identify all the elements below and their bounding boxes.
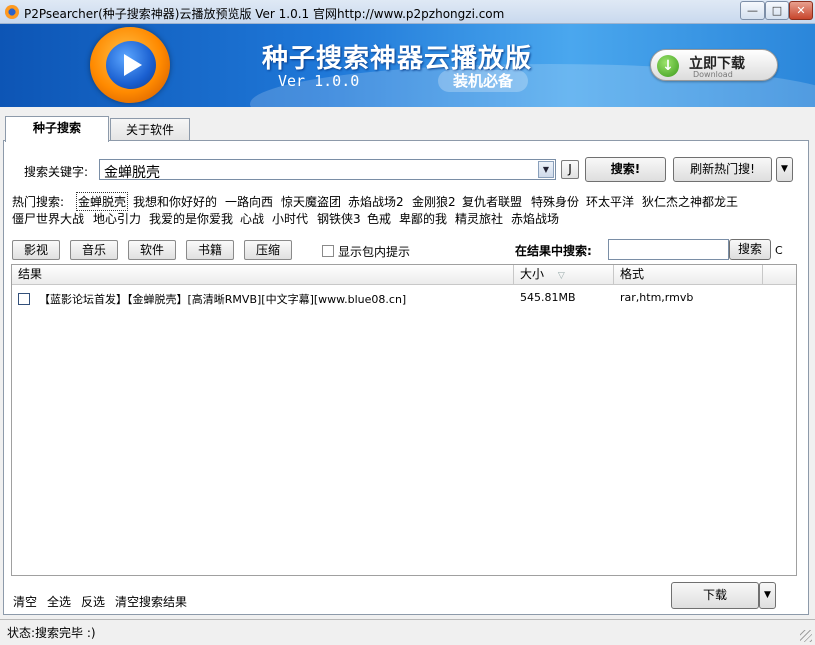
column-header-format[interactable]: 格式 (614, 265, 763, 285)
hot-word[interactable]: 金刚狼2 (412, 193, 456, 210)
tab-seed-search[interactable]: 种子搜索 (5, 116, 109, 142)
hot-word[interactable]: 赤焰战场 (511, 210, 559, 227)
search-button[interactable]: 搜索! (585, 157, 666, 182)
status-text: 状态:搜索完毕 :) (7, 626, 96, 640)
show-hint-label: 显示包内提示 (338, 245, 411, 259)
play-icon (124, 54, 142, 76)
search-in-results-button[interactable]: 搜索 (729, 239, 771, 260)
invert-selection-link[interactable]: 反选 (81, 593, 105, 610)
resize-grip-icon[interactable] (800, 630, 812, 642)
column-header-size-label: 大小 (520, 267, 545, 281)
hot-word[interactable]: 特殊身份 (531, 193, 579, 210)
hot-word[interactable]: 环太平洋 (586, 193, 634, 210)
download-now-sublabel: Download (693, 70, 733, 79)
minimize-icon: — (747, 4, 758, 17)
trailing-label: C (775, 244, 783, 257)
column-header-size[interactable]: 大小 ▽ (514, 265, 614, 285)
chevron-down-icon[interactable]: ▼ (538, 161, 554, 178)
category-video-button[interactable]: 影视 (12, 240, 60, 260)
hot-word[interactable]: 赤焰战场2 (348, 193, 404, 210)
minimize-button[interactable]: — (740, 1, 765, 20)
banner: 种子搜索神器云播放版 Ver 1.0.0 装机必备 ↓ 立即下载 Downloa… (0, 24, 815, 107)
sort-arrow-icon: ▽ (557, 271, 565, 281)
hot-word[interactable]: 我想和你好好的 (133, 193, 217, 210)
hot-word[interactable]: 僵尸世界大战 (12, 210, 84, 227)
download-button[interactable]: 下载 (671, 582, 759, 609)
chevron-down-icon: ▼ (764, 590, 771, 600)
hot-word[interactable]: 色戒 (367, 210, 391, 227)
download-arrow-icon: ↓ (657, 55, 679, 77)
hot-word[interactable]: 一路向西 (225, 193, 273, 210)
j-button[interactable]: J (561, 160, 579, 179)
refresh-hot-button[interactable]: 刷新热门搜! (673, 157, 772, 182)
maximize-button[interactable]: □ (765, 1, 789, 20)
close-button[interactable]: ✕ (789, 1, 813, 20)
keyword-value: 金蝉脱壳 (104, 165, 160, 181)
hot-search-label: 热门搜索: (12, 195, 65, 209)
keyword-label: 搜索关键字: (24, 165, 89, 179)
hot-word[interactable]: 心战 (240, 210, 264, 227)
tab-about[interactable]: 关于软件 (110, 118, 190, 142)
hot-word[interactable]: 小时代 (272, 210, 308, 227)
hot-word[interactable]: 复仇者联盟 (462, 193, 522, 210)
banner-version: Ver 1.0.0 (278, 72, 360, 90)
row-name: 【蓝影论坛首发】【金蝉脱壳】[高清晰RMVB][中文字幕][www.blue08… (39, 293, 407, 306)
clear-link[interactable]: 清空 (13, 593, 37, 610)
hot-word[interactable]: 狄仁杰之神都龙王 (642, 193, 738, 210)
maximize-icon: □ (771, 4, 783, 17)
hot-word[interactable]: 我爱的是你爱我 (149, 210, 233, 227)
row-checkbox[interactable] (18, 293, 30, 305)
search-in-results-input[interactable] (608, 239, 729, 260)
hot-word[interactable]: 金蝉脱壳 (76, 192, 129, 211)
show-hint-checkbox[interactable] (322, 245, 334, 257)
title-bar: P2Psearcher(种子搜索神器)云播放预览版 Ver 1.0.1 官网ht… (0, 0, 815, 24)
chevron-down-icon: ▼ (781, 164, 788, 174)
hot-word[interactable]: 钢铁侠3 (317, 210, 361, 227)
category-software-button[interactable]: 软件 (128, 240, 176, 260)
download-now-button[interactable]: ↓ 立即下载 Download (650, 49, 778, 81)
hot-word[interactable]: 惊天魔盗团 (281, 193, 341, 210)
refresh-hot-dropdown[interactable]: ▼ (776, 157, 793, 182)
category-books-button[interactable]: 书籍 (186, 240, 234, 260)
category-music-button[interactable]: 音乐 (70, 240, 118, 260)
category-archive-button[interactable]: 压缩 (244, 240, 292, 260)
window-title: P2Psearcher(种子搜索神器)云播放预览版 Ver 1.0.1 官网ht… (24, 7, 505, 21)
select-all-link[interactable]: 全选 (47, 593, 71, 610)
hot-word[interactable]: 地心引力 (93, 210, 141, 227)
status-bar: 状态:搜索完毕 :) (0, 619, 815, 645)
keyword-input[interactable]: 金蝉脱壳 ▼ (99, 159, 556, 181)
hot-word[interactable]: 卑鄙的我 (399, 210, 447, 227)
download-dropdown[interactable]: ▼ (759, 582, 776, 609)
close-icon: ✕ (796, 4, 806, 17)
search-in-results-label: 在结果中搜索: (515, 244, 592, 258)
row-format: rar,htm,rmvb (620, 291, 694, 304)
hot-word[interactable]: 精灵旅社 (455, 210, 503, 227)
table-row[interactable]: 【蓝影论坛首发】【金蝉脱壳】[高清晰RMVB][中文字幕][www.blue08… (12, 289, 762, 307)
results-table: 结果 大小 ▽ 格式 【蓝影论坛首发】【金蝉脱壳】[高清晰RMVB][中文字幕]… (11, 264, 797, 576)
row-size: 545.81MB (520, 291, 576, 304)
banner-badge: 装机必备 (438, 70, 528, 92)
column-header-filler (763, 265, 796, 285)
app-logo-icon (5, 5, 19, 19)
column-header-result[interactable]: 结果 (12, 265, 514, 285)
clear-results-link[interactable]: 清空搜索结果 (115, 593, 187, 610)
